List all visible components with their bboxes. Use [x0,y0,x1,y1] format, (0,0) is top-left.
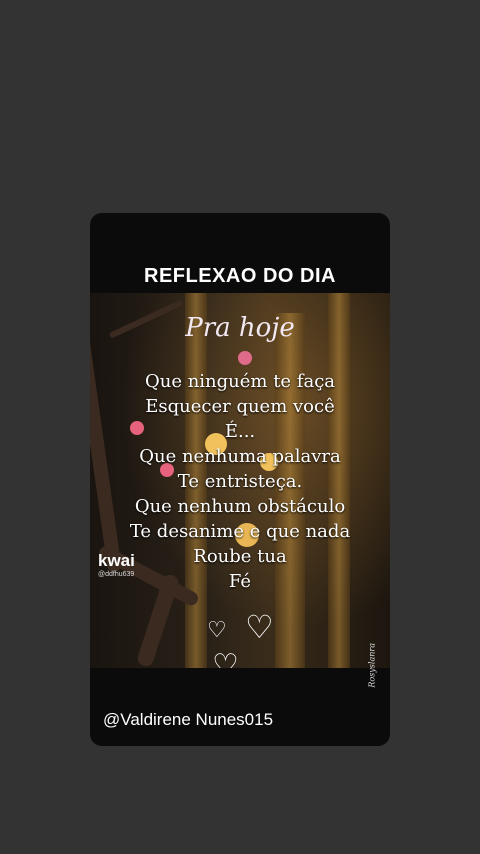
subtitle-script: Pra hoje [185,313,295,343]
hearts-group: ♡ ♡ ♡ [90,611,390,668]
kwai-username: @ddfhu639 [98,571,135,578]
heart-icon: ♡ [212,649,239,669]
kwai-logo-icon: kwai [98,551,135,570]
poem-line: Fé [228,571,252,592]
poem-text: Que ninguém te faça Esquecer quem você É… [90,369,390,594]
poem-line: Que nenhuma palavra [139,446,341,467]
post-card[interactable]: REFLEXAO DO DIA Pra hoje Que ninguém te … [90,213,390,746]
heart-icon: ♡ [207,617,227,642]
pink-blossom [238,351,252,365]
poem-line: Que ninguém te faça [144,371,336,392]
poem-line: Que nenhum obstáculo [134,496,346,517]
heart-icon: ♡ [245,609,274,645]
poem-line: É... [224,421,256,442]
card-title: REFLEXAO DO DIA [144,265,336,287]
poem-line: Te entristeça. [177,471,303,492]
footer-handle: @Valdirene Nunes015 [103,710,274,729]
poem-line: Esquecer quem você [145,396,335,417]
signature: Rosyslanra [368,643,377,688]
poem-line: Te desanime e que nada [129,521,351,542]
kwai-watermark: kwai @ddfhu639 [98,551,135,578]
poem-line: Roube tua [193,546,287,567]
background-photo: Pra hoje Que ninguém te faça Esquecer qu… [90,293,390,668]
